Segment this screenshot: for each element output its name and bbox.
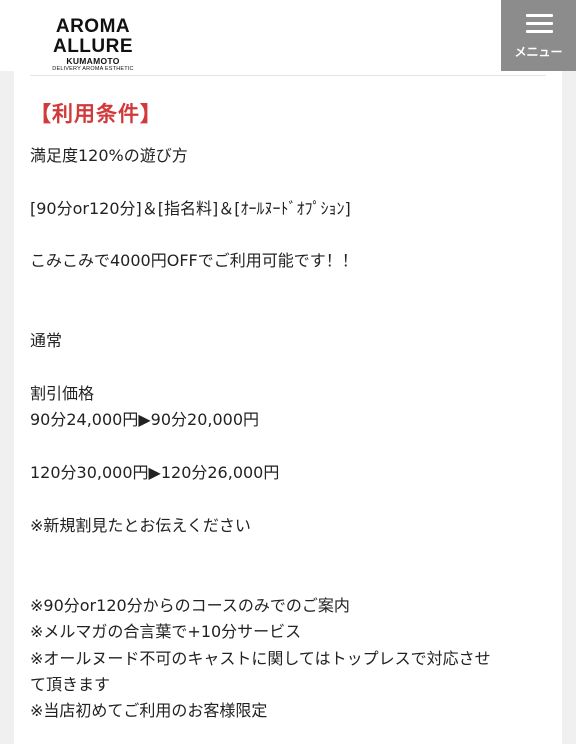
text-line: ※90分or120分からのコースのみでのご案内 [30,596,350,615]
text-line: ※オールヌード不可のキャストに関してはトップレスで対応させ [30,649,491,668]
logo-main-text: AROMA ALLURE [52,16,134,57]
site-header: AROMA ALLURE KUMAMOTO DELIVERY AROMA EST… [0,0,576,73]
text-line: [90分or120分]＆[指名料]＆[ｵｰﾙﾇｰﾄﾞｵﾌﾟｼｮﾝ] [30,199,351,218]
section-title: 【利用条件】 [30,102,162,126]
text-line: 通常 [30,331,63,350]
logo-sub-text: KUMAMOTO [66,56,120,66]
text-line: ※当店初めてご利用のお客様限定 [30,701,268,720]
text-line: ※メルマガの合言葉で+10分サービス [30,622,302,641]
text-line: 割引価格 [30,384,95,403]
text-line: 120分30,000円▶120分26,000円 [30,463,280,482]
text-line: こみこみで4000円OFFでご利用可能です！！ [30,251,358,270]
divider [30,75,546,76]
text-line: 90分24,000円▶90分20,000円 [30,410,259,429]
text-line: て頂きます [30,675,111,694]
hamburger-icon [526,14,553,38]
text-line: 満足度120%の遊び方 [30,146,188,165]
menu-label: メニュー [514,45,563,59]
menu-button[interactable]: メニュー [501,0,576,71]
content-card: 【利用条件】 満足度120%の遊び方 [90分or120分]＆[指名料]＆[ｵｰ… [14,71,562,744]
text-line: ※新規割見たとお伝えください [30,516,251,535]
site-logo[interactable]: AROMA ALLURE KUMAMOTO DELIVERY AROMA EST… [18,17,168,73]
